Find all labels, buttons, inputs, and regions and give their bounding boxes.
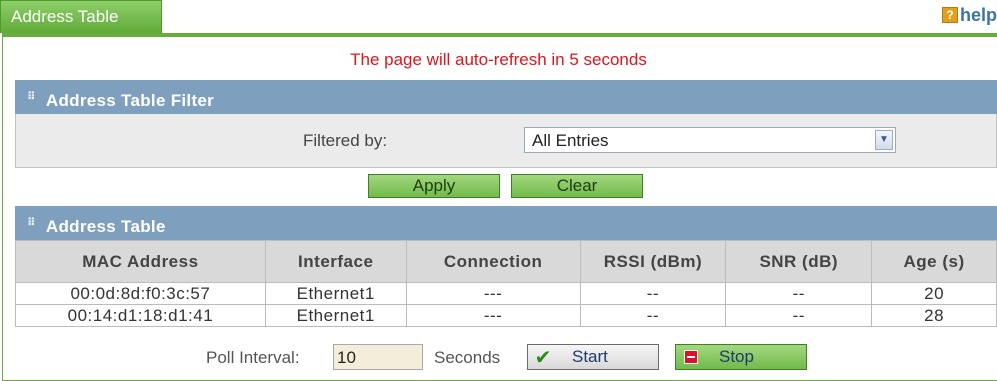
help-icon: ?: [941, 7, 958, 23]
table-row: 00:14:d1:18:d1:41 Ethernet1 --- -- -- 28: [15, 304, 997, 327]
snr-cell: --: [725, 282, 873, 305]
filter-section-header: ⠿ Address Table Filter: [15, 80, 997, 114]
mac-cell: 00:14:d1:18:d1:41: [15, 304, 266, 327]
interface-cell: Ethernet1: [264, 304, 407, 327]
column-header: SNR (dB): [725, 240, 873, 283]
start-button[interactable]: ✔ Start: [527, 344, 659, 370]
stop-icon: [684, 350, 698, 364]
column-header: Interface: [264, 240, 407, 283]
table-section-title: Address Table: [45, 216, 166, 236]
chevron-down-icon[interactable]: ▼: [875, 130, 893, 150]
filter-panel: Filtered by: All Entries ▼: [15, 114, 997, 168]
apply-button[interactable]: Apply: [368, 174, 500, 198]
start-button-label: Start: [572, 347, 608, 366]
help-label: help: [959, 4, 997, 25]
column-header: MAC Address: [15, 240, 266, 283]
table-section-header: ⠿ Address Table: [15, 206, 997, 240]
clear-button[interactable]: Clear: [511, 174, 643, 198]
help-link[interactable]: ? help: [941, 4, 997, 26]
checkmark-icon: ✔: [534, 346, 552, 369]
snr-cell: --: [725, 304, 873, 327]
rssi-cell: --: [579, 304, 727, 327]
filter-label: Filtered by:: [303, 131, 388, 150]
tab-address-table[interactable]: Address Table: [0, 0, 162, 33]
filter-select-value: All Entries: [532, 131, 609, 150]
grip-icon: ⠿: [27, 217, 36, 229]
seconds-label: Seconds: [434, 348, 501, 367]
column-header: Age (s): [871, 240, 997, 283]
address-table: MAC Address Interface Connection RSSI (d…: [15, 240, 997, 327]
connection-cell: ---: [405, 282, 581, 305]
column-header: RSSI (dBm): [579, 240, 727, 283]
age-cell: 20: [871, 282, 997, 305]
stop-button[interactable]: Stop: [675, 344, 807, 370]
stop-button-label: Stop: [719, 347, 754, 366]
poll-interval-input[interactable]: 10: [333, 344, 423, 370]
mac-cell: 00:0d:8d:f0:3c:57: [15, 282, 266, 305]
auto-refresh-notice: The page will auto-refresh in 5 seconds: [350, 50, 647, 69]
age-cell: 28: [871, 304, 997, 327]
grip-icon: ⠿: [27, 91, 36, 103]
column-header: Connection: [405, 240, 581, 283]
connection-cell: ---: [405, 304, 581, 327]
table-row: 00:0d:8d:f0:3c:57 Ethernet1 --- -- -- 20: [15, 282, 997, 305]
filter-select[interactable]: All Entries ▼: [524, 127, 896, 153]
table-header-row: MAC Address Interface Connection RSSI (d…: [15, 240, 997, 283]
filter-section-title: Address Table Filter: [45, 90, 215, 110]
poll-interval-label: Poll Interval:: [206, 348, 300, 367]
rssi-cell: --: [579, 282, 727, 305]
interface-cell: Ethernet1: [264, 282, 407, 305]
